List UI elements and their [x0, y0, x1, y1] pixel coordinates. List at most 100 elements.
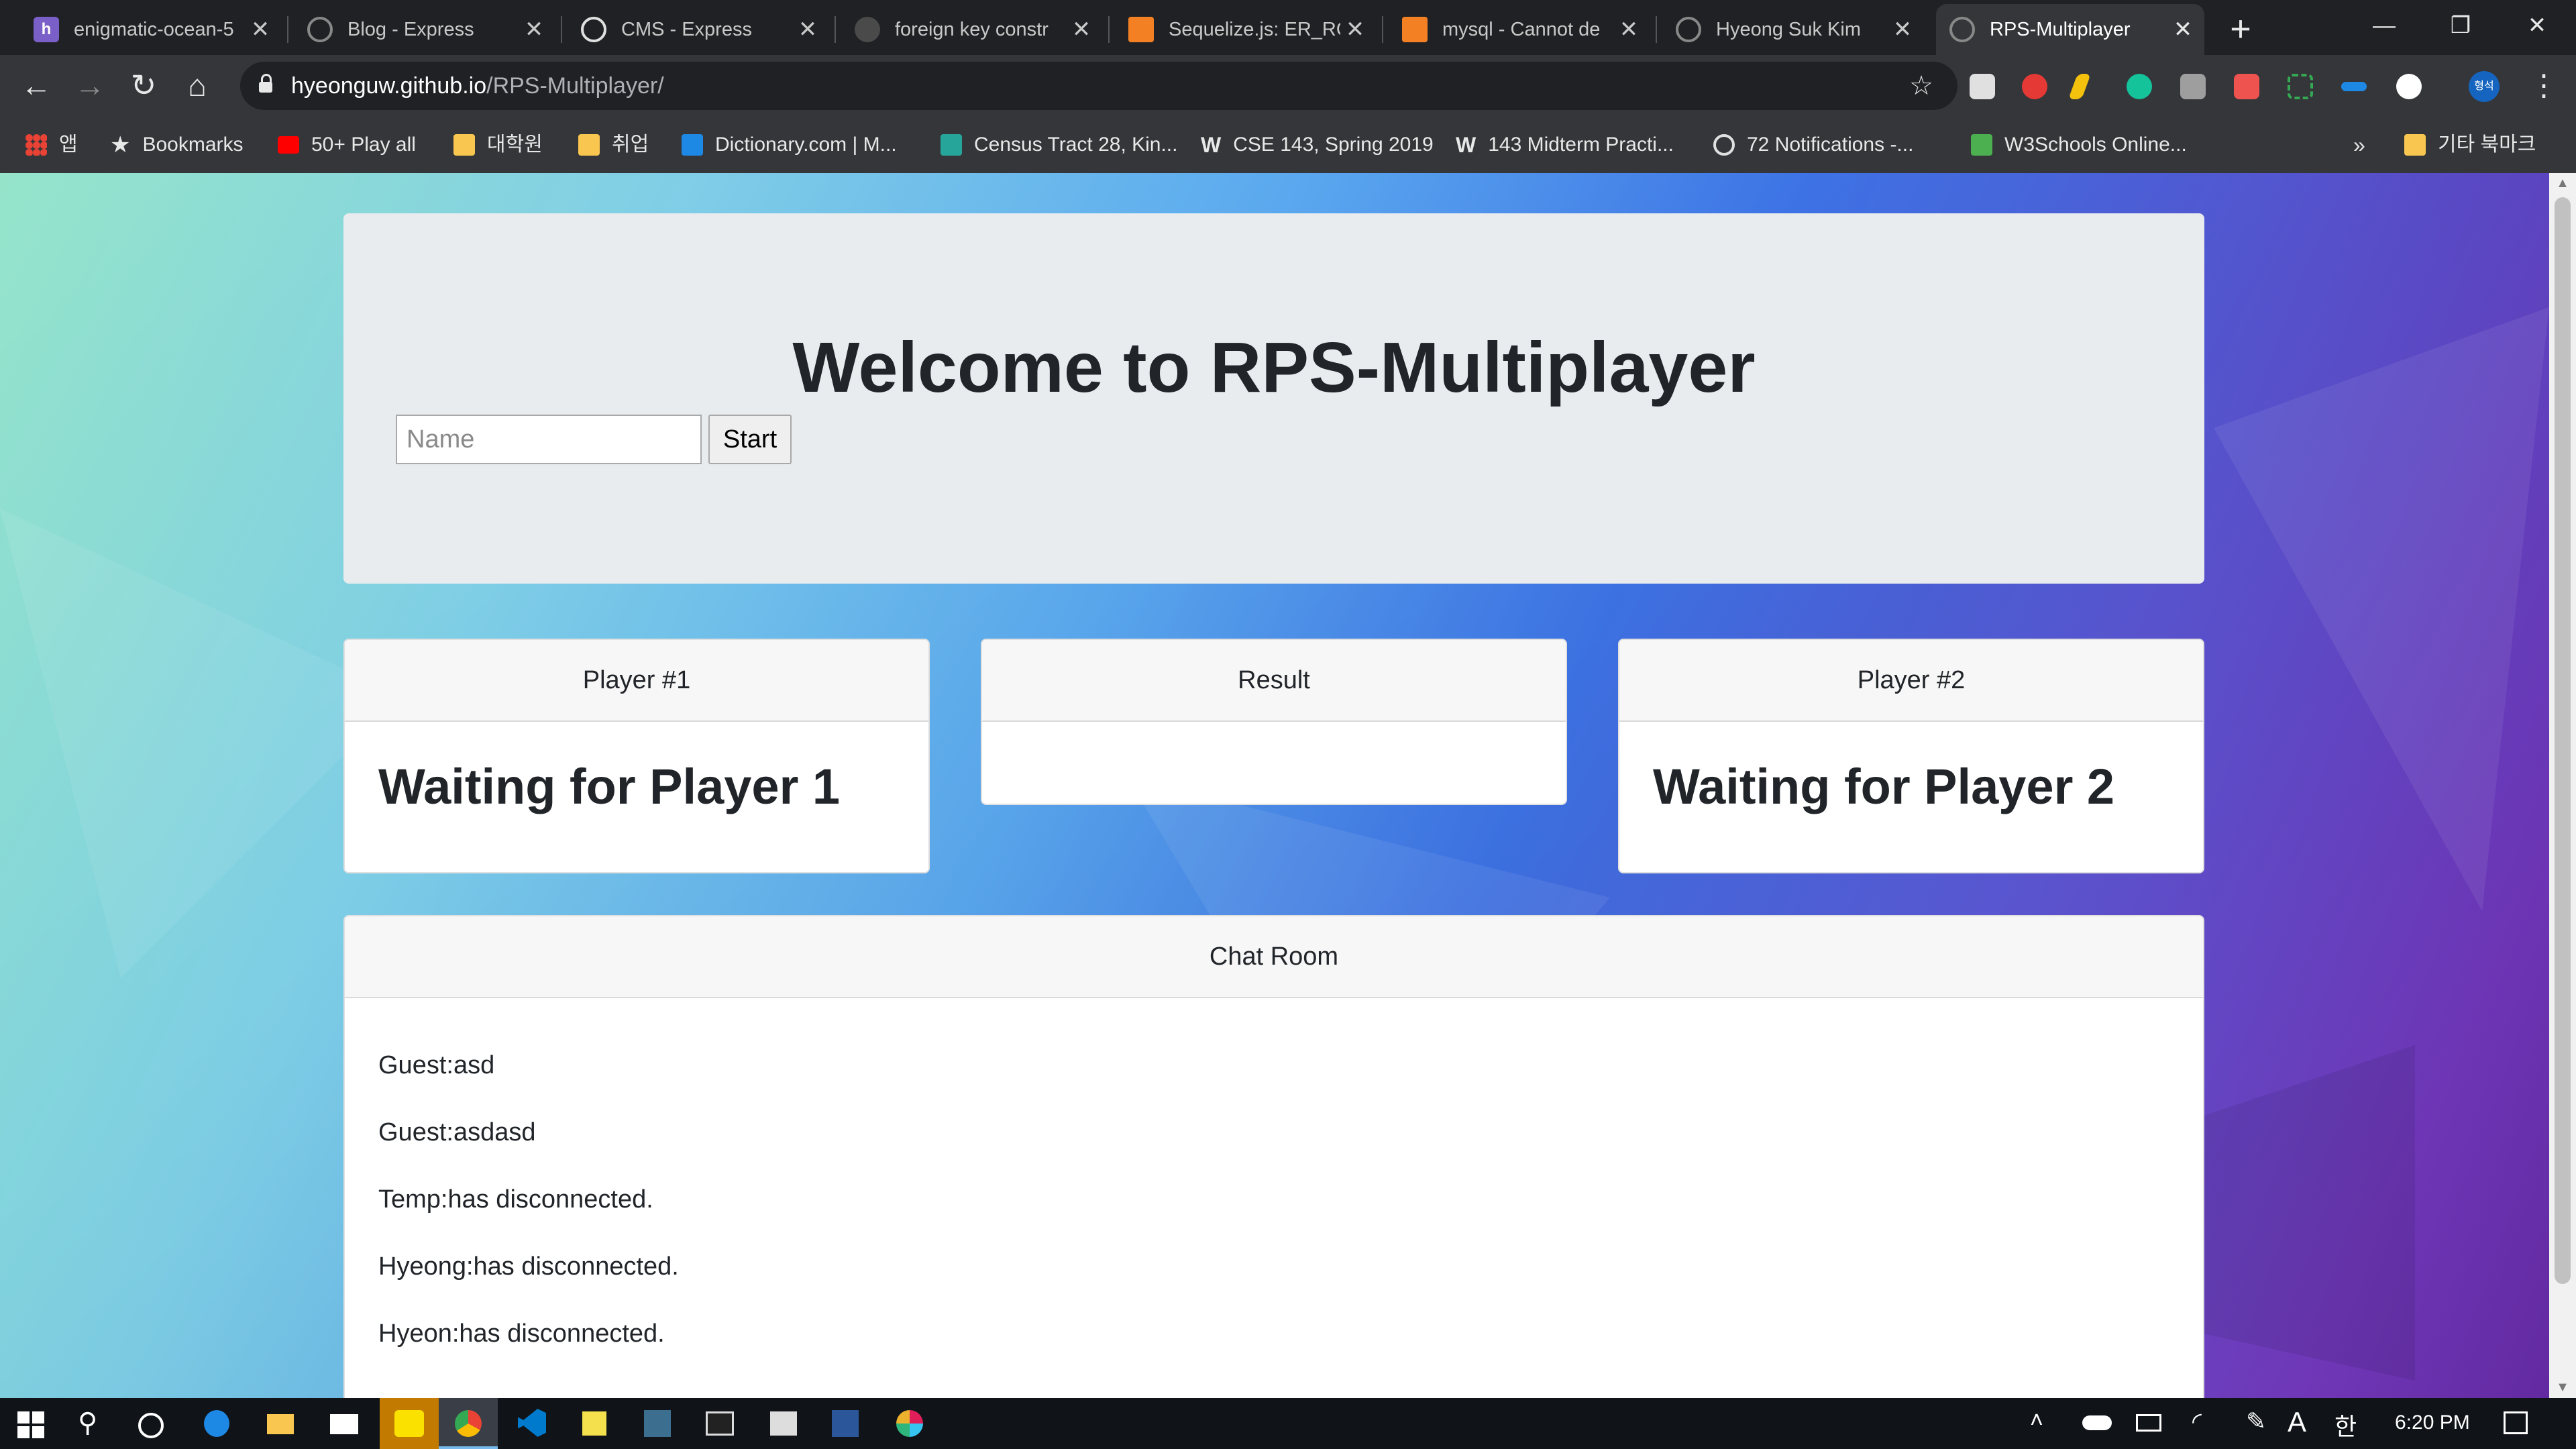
scroll-up-icon[interactable]: ▲: [2549, 176, 2576, 191]
restore-icon[interactable]: ❐: [2420, 0, 2501, 55]
bookmark-midterm[interactable]: W 143 Midterm Practi...: [1456, 117, 1674, 173]
close-window-icon[interactable]: ✕: [2497, 0, 2576, 55]
extension-doc-icon[interactable]: [1970, 74, 1995, 99]
profile-avatar[interactable]: 형석: [2469, 71, 2500, 102]
new-tab-icon[interactable]: +: [2220, 9, 2261, 50]
chat-message: Hyeon:has disconnected.: [378, 1320, 665, 1348]
extension-circle-icon[interactable]: [2396, 74, 2422, 99]
back-icon[interactable]: ←: [16, 66, 56, 106]
slack-icon[interactable]: [896, 1410, 923, 1437]
mysql-workbench-icon[interactable]: [644, 1410, 671, 1437]
bookmark-other-folder[interactable]: 기타 북마크: [2404, 117, 2536, 173]
tab-cms-express[interactable]: CMS - Express ✕: [568, 4, 829, 55]
extension-video-icon[interactable]: [2234, 74, 2259, 99]
search-icon[interactable]: ⚲: [78, 1407, 97, 1438]
vscode-icon[interactable]: [518, 1409, 546, 1437]
clock-time[interactable]: 6:20 PM: [2395, 1411, 2470, 1434]
bookmark-youtube[interactable]: 50+ Play all: [278, 117, 416, 173]
tab-close-icon[interactable]: ✕: [246, 16, 275, 43]
reload-icon[interactable]: ↻: [123, 66, 164, 106]
address-bar[interactable]: hyeonguw.github.io/RPS-Multiplayer/ ☆: [240, 62, 1957, 110]
bookmark-folder-job[interactable]: 취업: [578, 117, 649, 173]
tab-blog-express[interactable]: Blog - Express ✕: [294, 4, 555, 55]
bookmark-apps[interactable]: 앱: [25, 117, 78, 173]
edge-icon[interactable]: [204, 1410, 229, 1437]
tab-close-icon[interactable]: ✕: [1614, 16, 1644, 43]
tab-hyeong-suk-kim[interactable]: Hyeong Suk Kim ✕: [1662, 4, 1924, 55]
bookmark-label: 기타 북마크: [2438, 133, 2536, 156]
scroll-thumb[interactable]: [2555, 197, 2571, 1284]
tab-close-icon[interactable]: ✕: [1888, 16, 1917, 43]
tab-title: Sequelize.js: ER_RO: [1169, 18, 1340, 40]
onedrive-icon[interactable]: [2082, 1415, 2112, 1430]
dictionary-icon: [682, 134, 703, 156]
photos-icon[interactable]: [770, 1411, 797, 1436]
chevron-up-icon[interactable]: ˄: [2030, 1407, 2043, 1434]
tab-close-icon[interactable]: ✕: [793, 16, 822, 43]
wifi-icon[interactable]: ◜: [2192, 1407, 2202, 1436]
bookmark-label: 취업: [612, 133, 649, 156]
grammarly-icon[interactable]: [2127, 74, 2152, 99]
bookmark-star-icon[interactable]: ☆: [1909, 62, 1933, 110]
action-center-icon[interactable]: [2504, 1411, 2528, 1434]
page-scrollbar[interactable]: ▲ ▼: [2549, 173, 2576, 1398]
home-icon[interactable]: ⌂: [177, 66, 217, 106]
tab-sequelize[interactable]: Sequelize.js: ER_RO ✕: [1115, 4, 1377, 55]
bookmark-census[interactable]: Census Tract 28, Kin...: [941, 117, 1177, 173]
file-explorer-icon[interactable]: [267, 1414, 294, 1434]
mail-icon[interactable]: [330, 1414, 358, 1434]
minimize-icon[interactable]: —: [2344, 0, 2424, 55]
bookmark-notifications[interactable]: 72 Notifications -...: [1713, 117, 1913, 173]
result-card: Result: [981, 639, 1567, 805]
bookmark-label: CSE 143, Spring 2019: [1233, 133, 1434, 156]
input-language-indicator[interactable]: A: [2288, 1406, 2306, 1438]
tab-separator: [287, 16, 288, 43]
bookmark-w3schools[interactable]: W3Schools Online...: [1971, 117, 2187, 173]
bookmark-label: Dictionary.com | M...: [715, 133, 897, 156]
extension-link-icon[interactable]: [2341, 82, 2367, 91]
chat-message: Guest:asd: [378, 1051, 495, 1079]
globe-icon: [1676, 17, 1701, 42]
kakaotalk-taskbar-item[interactable]: [380, 1398, 439, 1449]
battery-icon[interactable]: [2136, 1414, 2161, 1432]
chat-room-header: Chat Room: [345, 916, 2203, 998]
sticky-notes-icon[interactable]: [582, 1411, 606, 1436]
tab-close-icon[interactable]: ✕: [2168, 16, 2198, 43]
bookmark-bookmarks[interactable]: ★ Bookmarks: [110, 117, 244, 173]
terminal-icon[interactable]: [706, 1411, 734, 1436]
word-icon[interactable]: [832, 1410, 859, 1437]
bookmark-cse143[interactable]: W CSE 143, Spring 2019: [1201, 117, 1434, 173]
windows-start-icon[interactable]: [17, 1411, 44, 1438]
extension-bolt-icon[interactable]: [2068, 74, 2091, 99]
menu-dots-icon[interactable]: ⋮: [2529, 64, 2559, 107]
chat-room-card: Chat Room Guest:asd Guest:asdasd Temp:ha…: [343, 915, 2204, 1398]
chat-messages[interactable]: Guest:asd Guest:asdasd Temp:has disconne…: [345, 998, 2203, 1367]
player2-status: Waiting for Player 2: [1653, 759, 2115, 814]
chrome-taskbar-item[interactable]: [439, 1398, 498, 1449]
name-input[interactable]: [396, 415, 702, 464]
tab-title: enigmatic-ocean-5: [74, 18, 234, 40]
stackoverflow-icon: [1402, 17, 1428, 42]
bookmark-label: W3Schools Online...: [2004, 133, 2187, 156]
tab-enigmatic-ocean[interactable]: h enigmatic-ocean-5 ✕: [20, 4, 282, 55]
extension-adblock-icon[interactable]: [2022, 74, 2047, 99]
ime-mode-indicator[interactable]: 한: [2334, 1407, 2357, 1442]
bookmark-dictionary[interactable]: Dictionary.com | M...: [682, 117, 897, 173]
tab-close-icon[interactable]: ✕: [1340, 16, 1370, 43]
extension-puzzle-icon[interactable]: [2180, 74, 2206, 99]
pen-icon[interactable]: ✎: [2246, 1407, 2266, 1436]
bookmark-folder-grad[interactable]: 대학원: [453, 117, 543, 173]
tab-close-icon[interactable]: ✕: [1067, 16, 1096, 43]
tab-mysql[interactable]: mysql - Cannot de ✕: [1389, 4, 1650, 55]
forward-icon[interactable]: →: [70, 66, 110, 106]
youtube-icon: [278, 136, 299, 154]
scroll-down-icon[interactable]: ▼: [2549, 1380, 2576, 1395]
cortana-icon[interactable]: [138, 1413, 164, 1438]
page-title: Welcome to RPS-Multiplayer: [792, 328, 1756, 407]
tab-close-icon[interactable]: ✕: [519, 16, 549, 43]
tab-rps-multiplayer[interactable]: RPS-Multiplayer ✕: [1936, 4, 2204, 55]
start-button[interactable]: Start: [708, 415, 792, 464]
bookmarks-overflow-icon[interactable]: »: [2353, 117, 2365, 173]
tab-foreign-key[interactable]: foreign key constr ✕: [841, 4, 1103, 55]
extension-capture-icon[interactable]: [2288, 74, 2313, 99]
